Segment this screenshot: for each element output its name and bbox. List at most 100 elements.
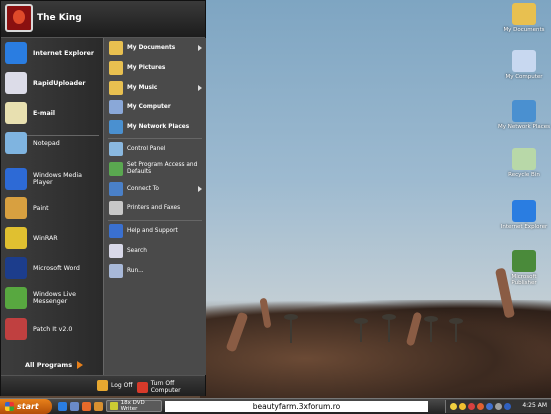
recent-program-item[interactable]: Windows Media Player bbox=[5, 168, 103, 190]
place-item-label: My Documents bbox=[127, 44, 176, 51]
tray-app-icon[interactable] bbox=[504, 403, 511, 410]
task-label: 18x DVD Writer bbox=[120, 400, 145, 412]
desktop-icon-label: Internet Explorer bbox=[500, 224, 548, 230]
pictures-folder-icon bbox=[109, 61, 123, 75]
recent-program-item[interactable]: Paint bbox=[5, 197, 49, 219]
place-item[interactable]: My Documents bbox=[109, 41, 175, 55]
desktop-icon-label: Recycle Bin bbox=[508, 172, 540, 178]
recent-program-item[interactable]: Notepad bbox=[5, 132, 60, 154]
place-item[interactable]: My Music bbox=[109, 81, 157, 95]
taskbar-button-dvd-writer[interactable]: 18x DVD Writer bbox=[106, 400, 162, 412]
submenu-arrow-icon bbox=[198, 45, 202, 51]
palm-tree bbox=[382, 314, 396, 342]
recycle-bin-icon bbox=[512, 148, 536, 170]
place-item[interactable]: My Network Places bbox=[109, 120, 189, 134]
search-icon bbox=[109, 244, 123, 258]
tray-smiley-icon[interactable] bbox=[459, 403, 466, 410]
desktop-icon[interactable]: My Network Places bbox=[498, 100, 550, 130]
dvd-writer-icon bbox=[110, 402, 118, 410]
tray-network-icon[interactable] bbox=[468, 403, 475, 410]
places-separator bbox=[108, 138, 202, 139]
recent-program-label: Patch It v2.0 bbox=[33, 325, 73, 333]
place-item[interactable]: Connect To bbox=[109, 182, 159, 196]
publisher-icon bbox=[512, 250, 536, 272]
pinned-item[interactable]: RapidUploader bbox=[5, 72, 86, 94]
place-item[interactable]: Search bbox=[109, 244, 147, 258]
tray-smiley-icon[interactable] bbox=[450, 403, 457, 410]
printer-icon bbox=[109, 201, 123, 215]
recent-program-label: Windows Live Messenger bbox=[33, 291, 76, 305]
desktop-icon[interactable]: Internet Explorer bbox=[498, 200, 550, 230]
recent-program-label: Microsoft Word bbox=[33, 264, 80, 272]
word-icon bbox=[5, 257, 27, 279]
place-item-label: Printers and Faxes bbox=[127, 204, 181, 211]
place-item[interactable]: My Computer bbox=[109, 100, 171, 114]
place-item[interactable]: My Pictures bbox=[109, 61, 165, 75]
place-item[interactable]: Help and Support bbox=[109, 224, 178, 238]
pinned-item[interactable]: E-mail bbox=[5, 102, 55, 124]
pinned-item[interactable]: Internet Explorer bbox=[5, 42, 94, 64]
recent-program-item[interactable]: WinRAR bbox=[5, 227, 58, 249]
tray-app-icon[interactable] bbox=[495, 403, 502, 410]
submenu-arrow-icon bbox=[198, 186, 202, 192]
place-item[interactable]: Run... bbox=[109, 264, 144, 278]
desktop-icon-label: Microsoft Publisher bbox=[511, 274, 537, 286]
place-item[interactable]: Set Program Access and Defaults bbox=[109, 162, 205, 176]
place-item-label: My Pictures bbox=[127, 64, 166, 71]
turn-off-button[interactable]: Turn Off Computer bbox=[137, 380, 205, 394]
start-menu: The King All Programs Internet Explorer R… bbox=[0, 0, 206, 396]
quicklaunch-media-icon[interactable] bbox=[82, 402, 91, 411]
desktop-icon[interactable]: Recycle Bin bbox=[498, 148, 550, 178]
program-access-icon bbox=[109, 162, 123, 176]
connect-icon bbox=[109, 182, 123, 196]
recent-program-item[interactable]: Windows Live Messenger bbox=[5, 287, 103, 309]
place-item-label: Help and Support bbox=[127, 227, 178, 234]
log-off-button[interactable]: Log Off bbox=[97, 380, 132, 391]
network-icon bbox=[512, 100, 536, 122]
tray-shield-icon[interactable] bbox=[486, 403, 493, 410]
recent-program-label: Paint bbox=[33, 204, 49, 212]
email-icon bbox=[5, 102, 27, 124]
computer-icon bbox=[109, 100, 123, 114]
pinned-item-label: Internet Explorer bbox=[33, 49, 95, 57]
desktop-icon[interactable]: Microsoft Publisher bbox=[498, 250, 550, 286]
start-label: start bbox=[17, 402, 39, 411]
documents-folder-icon bbox=[109, 41, 123, 55]
place-item[interactable]: Printers and Faxes bbox=[109, 201, 180, 215]
user-avatar[interactable] bbox=[5, 4, 33, 32]
place-item-label: Set Program Access and Defaults bbox=[127, 162, 198, 175]
quicklaunch-desktop-icon[interactable] bbox=[70, 402, 79, 411]
tray-volume-icon[interactable] bbox=[477, 403, 484, 410]
palm-tree bbox=[424, 316, 438, 342]
desktop-icon-label: My Network Places bbox=[498, 124, 550, 130]
place-item-label: Search bbox=[127, 247, 147, 254]
start-button[interactable]: start bbox=[0, 399, 52, 414]
quicklaunch-ie-icon[interactable] bbox=[58, 402, 67, 411]
quicklaunch-firefox-icon[interactable] bbox=[94, 402, 103, 411]
recent-program-item[interactable]: Patch It v2.0 bbox=[5, 318, 72, 340]
all-programs-button[interactable]: All Programs bbox=[25, 361, 84, 369]
places-column: My Documents My Pictures My Music My Comput… bbox=[103, 38, 206, 375]
log-off-label: Log Off bbox=[111, 382, 133, 389]
place-item[interactable]: Control Panel bbox=[109, 142, 165, 156]
desktop-icon[interactable]: My Computer bbox=[498, 50, 550, 80]
place-item-label: Run... bbox=[127, 267, 144, 274]
control-panel-icon bbox=[109, 142, 123, 156]
place-item-label: My Computer bbox=[127, 103, 171, 110]
network-icon bbox=[109, 120, 123, 134]
desktop-icon[interactable]: My Documents bbox=[498, 3, 550, 33]
system-tray: 4:25 AM bbox=[445, 400, 551, 413]
wallpaper-crowd bbox=[200, 300, 551, 398]
taskbar: start 18x DVD Writer beautyfarm.3xforum.… bbox=[0, 398, 551, 414]
music-folder-icon bbox=[109, 81, 123, 95]
internet-explorer-icon bbox=[5, 42, 27, 64]
submenu-arrow-icon bbox=[198, 85, 202, 91]
programs-column: All Programs Internet Explorer RapidUploa… bbox=[1, 38, 103, 375]
start-menu-footer: Log Off Turn Off Computer bbox=[1, 375, 205, 396]
recent-program-label: Notepad bbox=[33, 139, 60, 147]
messenger-icon bbox=[5, 287, 27, 309]
palm-tree bbox=[449, 318, 463, 342]
recent-program-item[interactable]: Microsoft Word bbox=[5, 257, 80, 279]
pinned-item-label: RapidUploader bbox=[33, 79, 86, 87]
all-programs-label: All Programs bbox=[25, 361, 73, 369]
